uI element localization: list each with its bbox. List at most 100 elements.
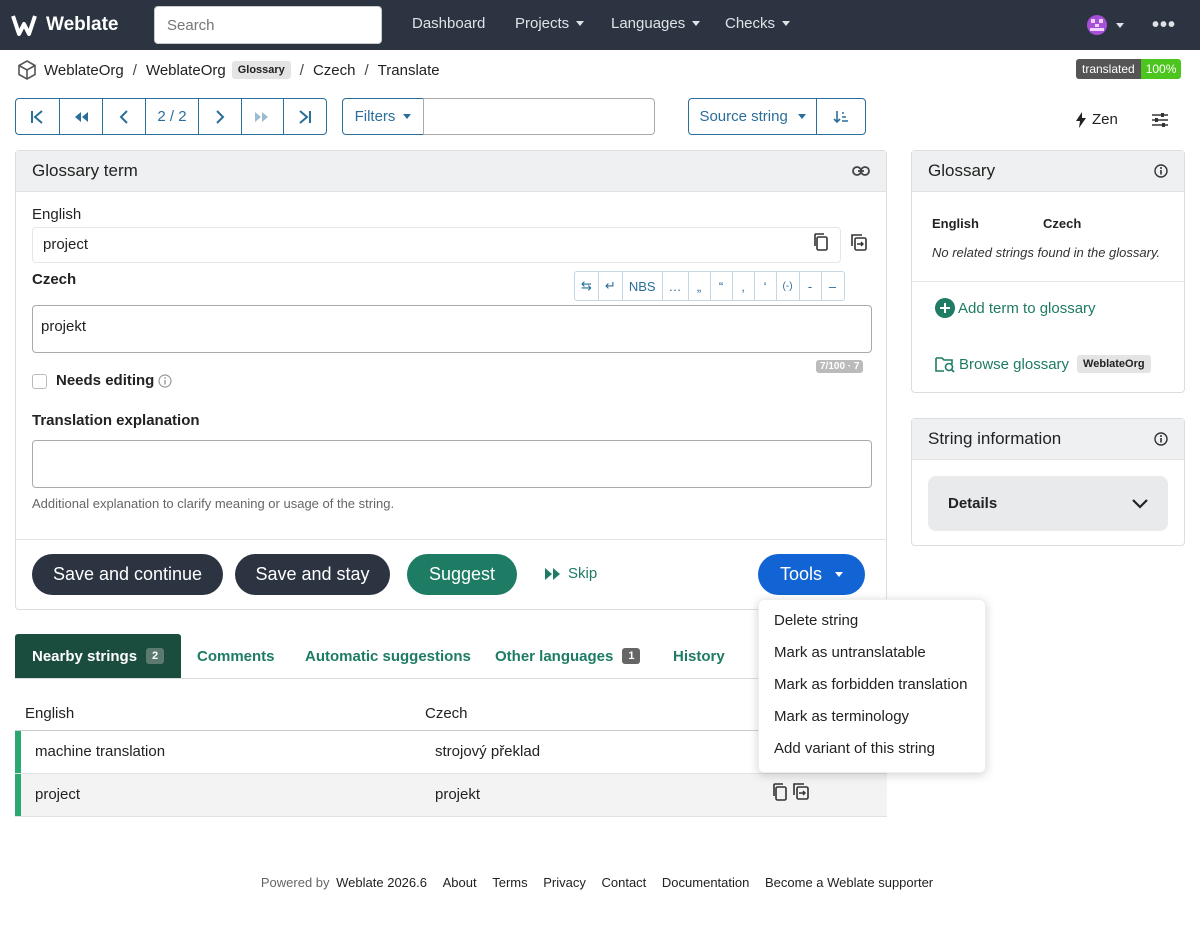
tabs-divider	[15, 678, 887, 679]
char-button[interactable]: NBS	[623, 272, 663, 300]
footer-about-link[interactable]: About	[443, 875, 477, 890]
translation-textarea[interactable]: projekt	[32, 305, 872, 353]
next-button[interactable]	[199, 99, 242, 134]
details-accordion[interactable]: Details	[928, 476, 1168, 531]
previous-page-button[interactable]	[60, 99, 104, 134]
link-icon[interactable]	[852, 165, 870, 177]
menu-item-mark-forbidden[interactable]: Mark as forbidden translation	[774, 676, 967, 693]
skip-button[interactable]: Skip	[544, 565, 597, 582]
char-button[interactable]: –	[822, 272, 844, 300]
editor-title: Glossary term	[32, 161, 138, 180]
browse-label: Browse glossary	[959, 355, 1070, 373]
filters-button[interactable]: Filters	[342, 98, 424, 135]
nav-checks[interactable]: Checks	[725, 15, 791, 32]
special-chars-toolbar: ⇆ ↵ NBS … „ “ ‚ ‘ (-) - –	[574, 271, 845, 301]
tab-other-languages[interactable]: Other languages 1	[495, 634, 641, 678]
sort-by-button[interactable]: Source string	[689, 99, 818, 134]
breadcrumb-project[interactable]: WeblateOrg	[44, 62, 124, 79]
footer-terms-link[interactable]: Terms	[492, 875, 527, 890]
position-text: 2 / 2	[157, 108, 187, 125]
nav-dashboard[interactable]: Dashboard	[412, 15, 485, 32]
editor-panel-header: Glossary term	[16, 151, 886, 192]
previous-button[interactable]	[103, 99, 147, 134]
kebab-icon[interactable]: •••	[1152, 14, 1176, 37]
skip-label: Skip	[568, 565, 598, 582]
table-row[interactable]: project projekt	[15, 774, 887, 817]
info-icon[interactable]	[1154, 432, 1168, 446]
details-label: Details	[948, 495, 998, 512]
add-term-link[interactable]: Add term to glossary	[935, 298, 1096, 318]
footer-weblate-link[interactable]: Weblate 2026.6	[336, 875, 427, 890]
next-page-button[interactable]	[242, 99, 285, 134]
tab-history[interactable]: History	[673, 634, 725, 678]
last-button[interactable]	[284, 99, 326, 134]
first-button[interactable]	[16, 99, 60, 134]
explanation-help: Additional explanation to clarify meanin…	[32, 496, 395, 511]
first-icon	[29, 109, 45, 124]
nav-checks-label: Checks	[725, 15, 776, 32]
nav-languages-label: Languages	[611, 15, 686, 32]
char-button[interactable]: „	[689, 272, 711, 300]
menu-item-add-variant[interactable]: Add variant of this string	[774, 740, 935, 757]
copy-icon[interactable]	[772, 783, 788, 801]
chevron-right-icon	[215, 109, 225, 124]
divider	[912, 281, 1184, 282]
filter-query-input[interactable]	[423, 98, 655, 135]
breadcrumb-component[interactable]: WeblateOrg	[146, 62, 226, 79]
footer-contact-link[interactable]: Contact	[601, 875, 646, 890]
top-navbar: Weblate Dashboard Projects Languages Che…	[0, 0, 1200, 50]
footer-supporter-link[interactable]: Become a Weblate supporter	[765, 875, 933, 890]
user-menu[interactable]	[1087, 15, 1124, 35]
glossary-panel: Glossary English Czech No related string…	[911, 150, 1185, 393]
chevron-down-icon	[1132, 498, 1148, 509]
char-button[interactable]: “	[711, 272, 733, 300]
translated-status-bar	[15, 731, 21, 773]
tab-nearby-strings[interactable]: Nearby strings 2	[15, 634, 182, 678]
search-input[interactable]	[154, 6, 382, 44]
footer-documentation-link[interactable]: Documentation	[662, 875, 749, 890]
fast-forward-icon	[544, 567, 562, 581]
needs-editing-checkbox[interactable]	[32, 374, 47, 389]
clone-source-icon[interactable]	[792, 782, 810, 800]
menu-item-mark-untranslatable[interactable]: Mark as untranslatable	[774, 644, 926, 661]
save-and-stay-button[interactable]: Save and stay	[235, 554, 390, 595]
tools-button[interactable]: Tools	[758, 554, 865, 595]
glossary-badge: Glossary	[231, 61, 291, 79]
clone-source-icon[interactable]	[850, 233, 868, 251]
status-label: translated	[1076, 59, 1141, 79]
char-button[interactable]: -	[800, 272, 822, 300]
char-button[interactable]: ⇆	[575, 272, 599, 300]
char-button[interactable]: (-)	[777, 272, 800, 300]
lightning-icon	[1076, 111, 1086, 128]
sliders-icon[interactable]	[1151, 111, 1169, 129]
tab-automatic-suggestions[interactable]: Automatic suggestions	[305, 634, 471, 678]
breadcrumb-language[interactable]: Czech	[313, 62, 356, 79]
table-row[interactable]: machine translation strojový překlad	[15, 731, 887, 774]
suggest-button[interactable]: Suggest	[407, 554, 517, 595]
menu-item-mark-terminology[interactable]: Mark as terminology	[774, 708, 909, 725]
nav-projects[interactable]: Projects	[515, 15, 585, 32]
tools-label: Tools	[779, 564, 823, 584]
editor-panel: Glossary term English project Czech ⇆ ↵ …	[15, 150, 887, 610]
info-icon[interactable]	[1154, 164, 1168, 178]
tab-comments[interactable]: Comments	[197, 634, 275, 678]
zen-button[interactable]: Zen	[1076, 111, 1118, 128]
save-and-continue-button[interactable]: Save and continue	[32, 554, 223, 595]
plus-circle-icon	[935, 298, 955, 318]
brand-link[interactable]: Weblate	[10, 10, 119, 40]
breadcrumb: WeblateOrg / WeblateOrg Glossary / Czech…	[16, 59, 440, 81]
char-button[interactable]: ‚	[733, 272, 755, 300]
sort-direction-button[interactable]	[817, 99, 865, 134]
chevron-down-icon	[1116, 22, 1124, 28]
browse-glossary-link[interactable]: Browse glossary WeblateOrg	[935, 355, 1151, 373]
copy-icon[interactable]	[813, 233, 829, 251]
char-button[interactable]: …	[663, 272, 689, 300]
string-info-panel: String information Details	[911, 418, 1185, 546]
explanation-textarea[interactable]	[32, 440, 872, 488]
footer-privacy-link[interactable]: Privacy	[543, 875, 586, 890]
nav-projects-label: Projects	[515, 15, 570, 32]
char-button[interactable]: ↵	[599, 272, 623, 300]
char-button[interactable]: ‘	[755, 272, 777, 300]
menu-item-delete-string[interactable]: Delete string	[774, 612, 858, 629]
nav-languages[interactable]: Languages	[611, 15, 701, 32]
